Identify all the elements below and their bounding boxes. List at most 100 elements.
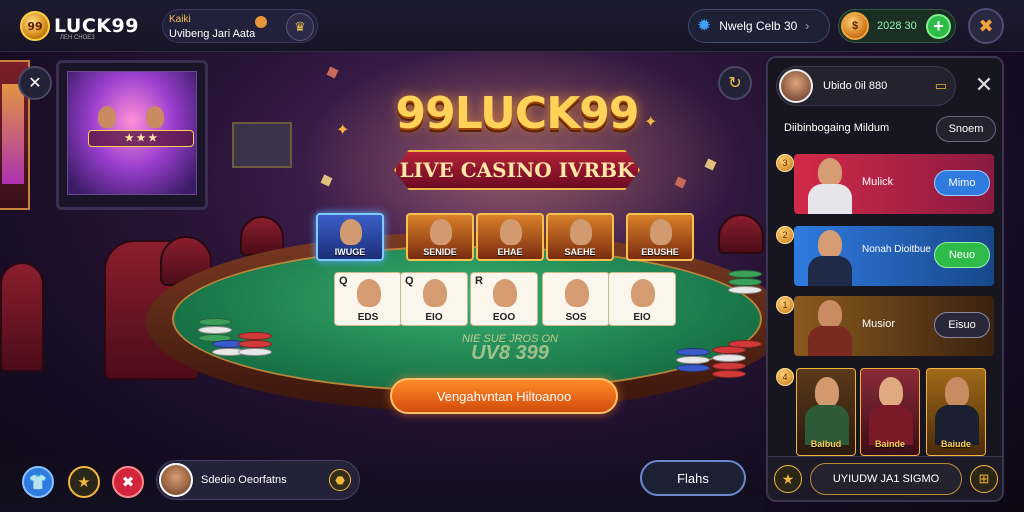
dealer-tile[interactable]: Bainde <box>860 368 920 456</box>
rank-badge: 1 <box>776 296 794 314</box>
shirt-button[interactable]: 👕 <box>22 466 54 498</box>
coins-counter[interactable]: $ 2028 30 + <box>838 9 956 43</box>
playing-card[interactable]: EIO <box>608 272 676 326</box>
rank-badge: 3 <box>776 154 794 172</box>
rank-badge: 2 <box>776 226 794 244</box>
footer-button[interactable]: UYIUDW JA1 SIGMO <box>810 463 962 495</box>
card-value: EIO <box>633 312 651 323</box>
panel-subtitle: Diibinbogaing Mildum <box>784 122 890 134</box>
player-seat-4[interactable]: SAEHE <box>546 213 614 261</box>
side-panel: Ubido 0il 880 ▭ ✕ Diibinbogaing Mildum S… <box>766 56 1004 502</box>
tile-label: Baiude <box>940 439 971 449</box>
logo[interactable]: 99 LUCK99 ЛЕН СНОЕЗ <box>20 9 160 43</box>
tile-label: Bainde <box>874 439 905 449</box>
trophy-icon: ♛ <box>294 19 306 34</box>
player-avatar <box>570 219 592 245</box>
card-face <box>357 279 381 307</box>
close-button[interactable]: ✕ <box>972 74 996 98</box>
arrow-icon: › <box>805 19 810 33</box>
room-row[interactable]: Musior Eisuo <box>794 296 994 356</box>
room-row[interactable]: Nonah Dioitbue Neuo <box>794 226 994 286</box>
star-icon: ★ <box>781 470 795 487</box>
settings-button[interactable]: ✖ <box>968 8 1004 44</box>
coins-value: 2028 30 <box>877 20 917 32</box>
rank-badge: 4 <box>776 368 794 386</box>
gift-icon: ✖ <box>121 474 135 491</box>
profile-subtitle: Uvibeng Jari Aata <box>169 28 256 40</box>
title-text: 99LUCK99 <box>395 88 639 139</box>
gift-button[interactable]: ✖ <box>112 466 144 498</box>
add-coins-button[interactable]: + <box>926 14 951 39</box>
gems-counter[interactable]: ✹ Nwelg Celb 30 › <box>688 9 830 43</box>
panel-user[interactable]: Ubido 0il 880 ▭ <box>776 66 956 106</box>
card-face <box>423 279 447 307</box>
back-button[interactable]: ✕ <box>18 66 52 100</box>
menu-button[interactable]: Flahs <box>640 460 746 496</box>
playing-card[interactable]: Q EDS <box>334 272 402 326</box>
slot-screen <box>2 84 24 184</box>
player-profile[interactable]: Sdedio Oeorfatns ⬣ <box>156 460 360 500</box>
top-bar: 99 LUCK99 ЛЕН СНОЕЗ Kaiki Uvibeng Jari A… <box>0 0 1024 52</box>
dealer-tile[interactable]: Baiude <box>926 368 986 456</box>
pot-value: UV8 399 <box>471 342 549 364</box>
trophy-button[interactable]: ♛ <box>286 13 314 41</box>
star-button[interactable]: ★ <box>68 466 100 498</box>
game-machine: ★ ★ ★ <box>56 60 208 210</box>
close-icon: ✕ <box>974 72 994 97</box>
player-seat-1[interactable]: IWUGE <box>316 213 384 261</box>
player-avatar <box>340 219 362 245</box>
grid-button[interactable]: ⊞ <box>970 465 998 493</box>
machine-screen: ★ ★ ★ <box>67 71 197 195</box>
star-icon: ✦ <box>336 122 350 139</box>
playing-card[interactable]: SOS <box>542 272 610 326</box>
shirt-icon: 👕 <box>28 474 48 491</box>
star-icon: ★ <box>77 474 91 491</box>
refresh-button[interactable]: ↻ <box>718 66 752 100</box>
coin-icon: $ <box>841 12 869 40</box>
playing-card[interactable]: Q EIO <box>400 272 468 326</box>
sofa-icon: ▭ <box>934 78 947 93</box>
room-row[interactable]: Mulick Mimo <box>794 154 994 214</box>
host-avatar <box>804 158 856 214</box>
player-seat-2[interactable]: SENIDE <box>406 213 474 261</box>
avatar <box>779 69 813 103</box>
seat-label: EHAE <box>497 247 523 257</box>
card-rank: R <box>475 275 483 287</box>
panel-footer: ★ UYIUDW JA1 SIGMO ⊞ <box>768 456 1002 500</box>
playing-card[interactable]: R EOO <box>470 272 538 326</box>
play-button[interactable]: Vengahvntan Hiltoanoo <box>390 378 618 414</box>
join-button[interactable]: Neuo <box>934 242 990 268</box>
panel-user-name: Ubido 0il 880 <box>823 80 888 92</box>
dealer-tile[interactable]: Baibud <box>796 368 856 456</box>
favorite-button[interactable]: ★ <box>774 465 802 493</box>
chair <box>0 262 44 372</box>
panel-subtitle-button[interactable]: Snoem <box>936 116 996 142</box>
player-seat-3[interactable]: EHAE <box>476 213 544 261</box>
card-value: EOO <box>492 312 516 323</box>
subtitle-text: LIVE CASINO IVRBK <box>399 158 635 182</box>
room-name: Mulick <box>862 176 894 188</box>
card-face <box>631 279 655 307</box>
player-name: Sdedio Oeorfatns <box>201 474 287 486</box>
seat-label: SAEHE <box>564 247 596 257</box>
player-avatar <box>650 219 672 245</box>
card-rank: Q <box>339 275 348 287</box>
logo-text: LUCK99 <box>54 15 139 37</box>
seat-label: SENIDE <box>423 247 457 257</box>
refresh-icon: ↻ <box>728 75 742 92</box>
profile-title: Kaiki <box>169 14 191 25</box>
room-name: Nonah Dioitbue <box>862 244 931 255</box>
card-face <box>565 279 589 307</box>
player-seat-5[interactable]: EBUSHE <box>626 213 694 261</box>
seat-label: EBUSHE <box>641 247 679 257</box>
gems-label: Nwelg Celb 30 <box>719 19 798 33</box>
machine-logo: ★ ★ ★ <box>88 130 194 147</box>
join-button[interactable]: Eisuo <box>934 312 990 338</box>
join-button[interactable]: Mimo <box>934 170 990 196</box>
player-avatar <box>500 219 522 245</box>
player-avatar <box>430 219 452 245</box>
profile-pill[interactable]: Kaiki Uvibeng Jari Aata ♛ <box>162 9 318 43</box>
machine-character <box>98 106 116 128</box>
host-avatar <box>804 300 856 356</box>
close-icon: ✕ <box>28 75 42 92</box>
